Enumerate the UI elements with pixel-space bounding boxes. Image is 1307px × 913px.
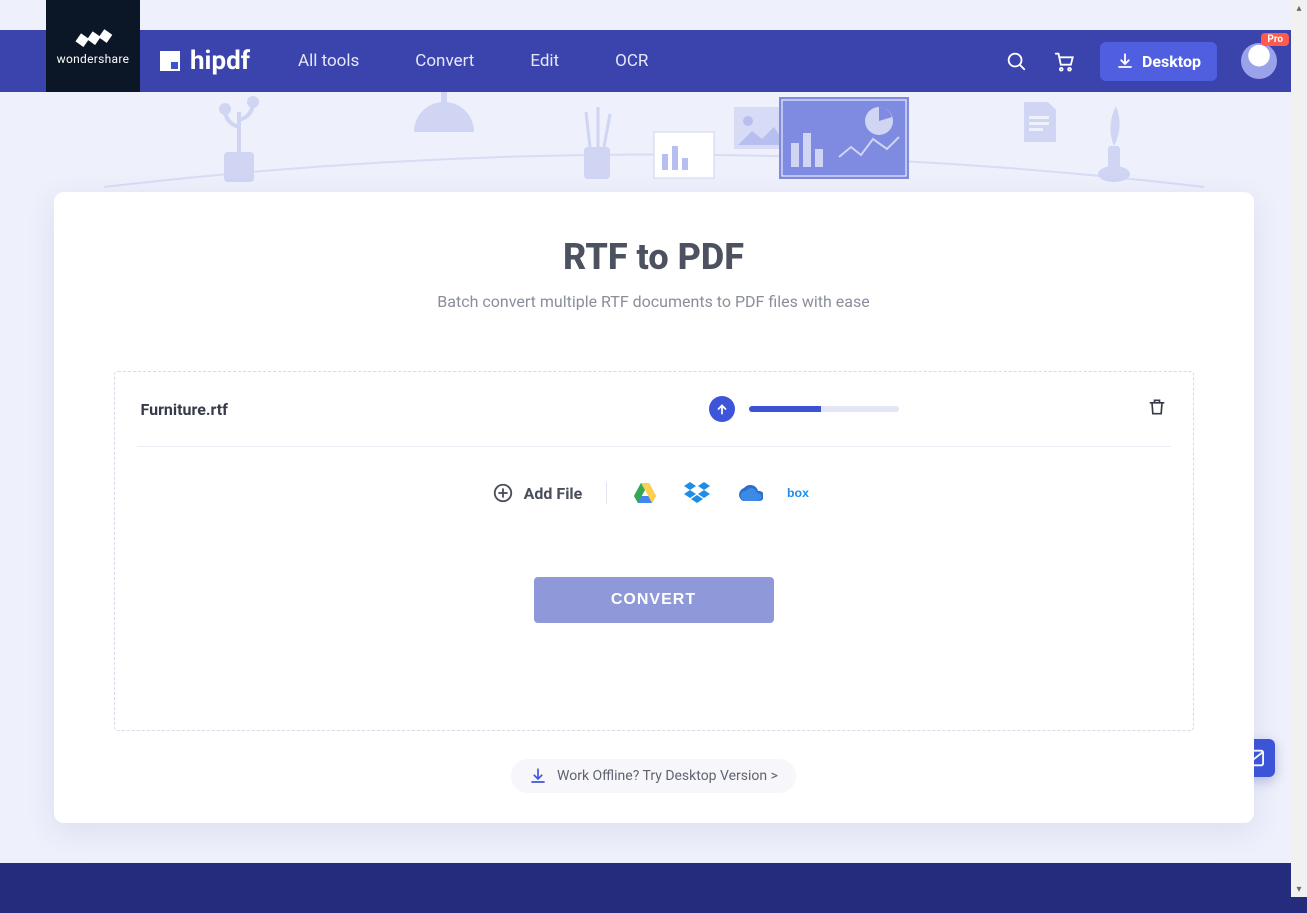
- search-icon[interactable]: [1004, 49, 1028, 73]
- scrollbar[interactable]: ▴ ▾: [1291, 0, 1307, 897]
- svg-text:box: box: [787, 486, 809, 500]
- wondershare-icon: ◆◆◆: [74, 24, 113, 51]
- brand-name: hipdf: [190, 46, 250, 76]
- google-drive-icon[interactable]: [631, 479, 659, 507]
- page-title: RTF to PDF: [114, 236, 1194, 278]
- footer-bar: [0, 863, 1307, 913]
- upload-progress: [461, 396, 1147, 422]
- wondershare-badge[interactable]: ◆◆◆ wondershare: [46, 0, 140, 92]
- delete-file-button[interactable]: [1147, 397, 1167, 421]
- dropzone[interactable]: Furniture.rtf Add File: [114, 371, 1194, 731]
- main-header: ◆◆◆ wondershare hipdf All tools Convert …: [0, 30, 1307, 92]
- trash-icon: [1147, 397, 1167, 417]
- add-file-row: Add File box: [137, 479, 1171, 507]
- desktop-button[interactable]: Desktop: [1100, 42, 1217, 81]
- nav-convert[interactable]: Convert: [415, 51, 474, 71]
- avatar-wrap: Pro: [1241, 43, 1277, 79]
- upload-arrow-icon: [709, 396, 735, 422]
- dropbox-icon[interactable]: [683, 479, 711, 507]
- scroll-up-icon[interactable]: ▴: [1291, 0, 1307, 16]
- wondershare-label: wondershare: [57, 52, 130, 66]
- download-icon: [1116, 52, 1134, 70]
- add-file-button[interactable]: Add File: [492, 482, 583, 504]
- plus-circle-icon: [492, 482, 514, 504]
- add-file-label: Add File: [524, 484, 583, 503]
- primary-nav: All tools Convert Edit OCR: [298, 51, 648, 71]
- cart-icon[interactable]: [1052, 49, 1076, 73]
- download-icon: [529, 767, 547, 785]
- pro-badge: Pro: [1261, 33, 1289, 46]
- hero-illustration: [54, 92, 1254, 202]
- offline-label: Work Offline? Try Desktop Version >: [557, 768, 778, 784]
- convert-button[interactable]: CONVERT: [534, 577, 774, 623]
- top-strip: [0, 0, 1307, 30]
- brand[interactable]: hipdf: [160, 46, 250, 76]
- user-avatar-icon[interactable]: [1241, 43, 1277, 79]
- progress-fill: [749, 406, 821, 412]
- box-icon[interactable]: box: [787, 479, 815, 507]
- file-row: Furniture.rtf: [137, 372, 1171, 447]
- header-right: Desktop Pro: [1004, 42, 1307, 81]
- divider: [606, 482, 607, 504]
- hipdf-logo-icon: [160, 51, 180, 71]
- scroll-down-icon[interactable]: ▾: [1291, 881, 1307, 897]
- offline-desktop-link[interactable]: Work Offline? Try Desktop Version >: [511, 759, 796, 793]
- nav-ocr[interactable]: OCR: [615, 51, 648, 71]
- page-subtitle: Batch convert multiple RTF documents to …: [114, 292, 1194, 311]
- desktop-label: Desktop: [1142, 52, 1201, 71]
- onedrive-icon[interactable]: [735, 479, 763, 507]
- nav-edit[interactable]: Edit: [530, 51, 559, 71]
- progress-bar: [749, 406, 899, 412]
- main-card: RTF to PDF Batch convert multiple RTF do…: [54, 192, 1254, 823]
- file-name: Furniture.rtf: [141, 400, 461, 419]
- nav-all-tools[interactable]: All tools: [298, 51, 359, 71]
